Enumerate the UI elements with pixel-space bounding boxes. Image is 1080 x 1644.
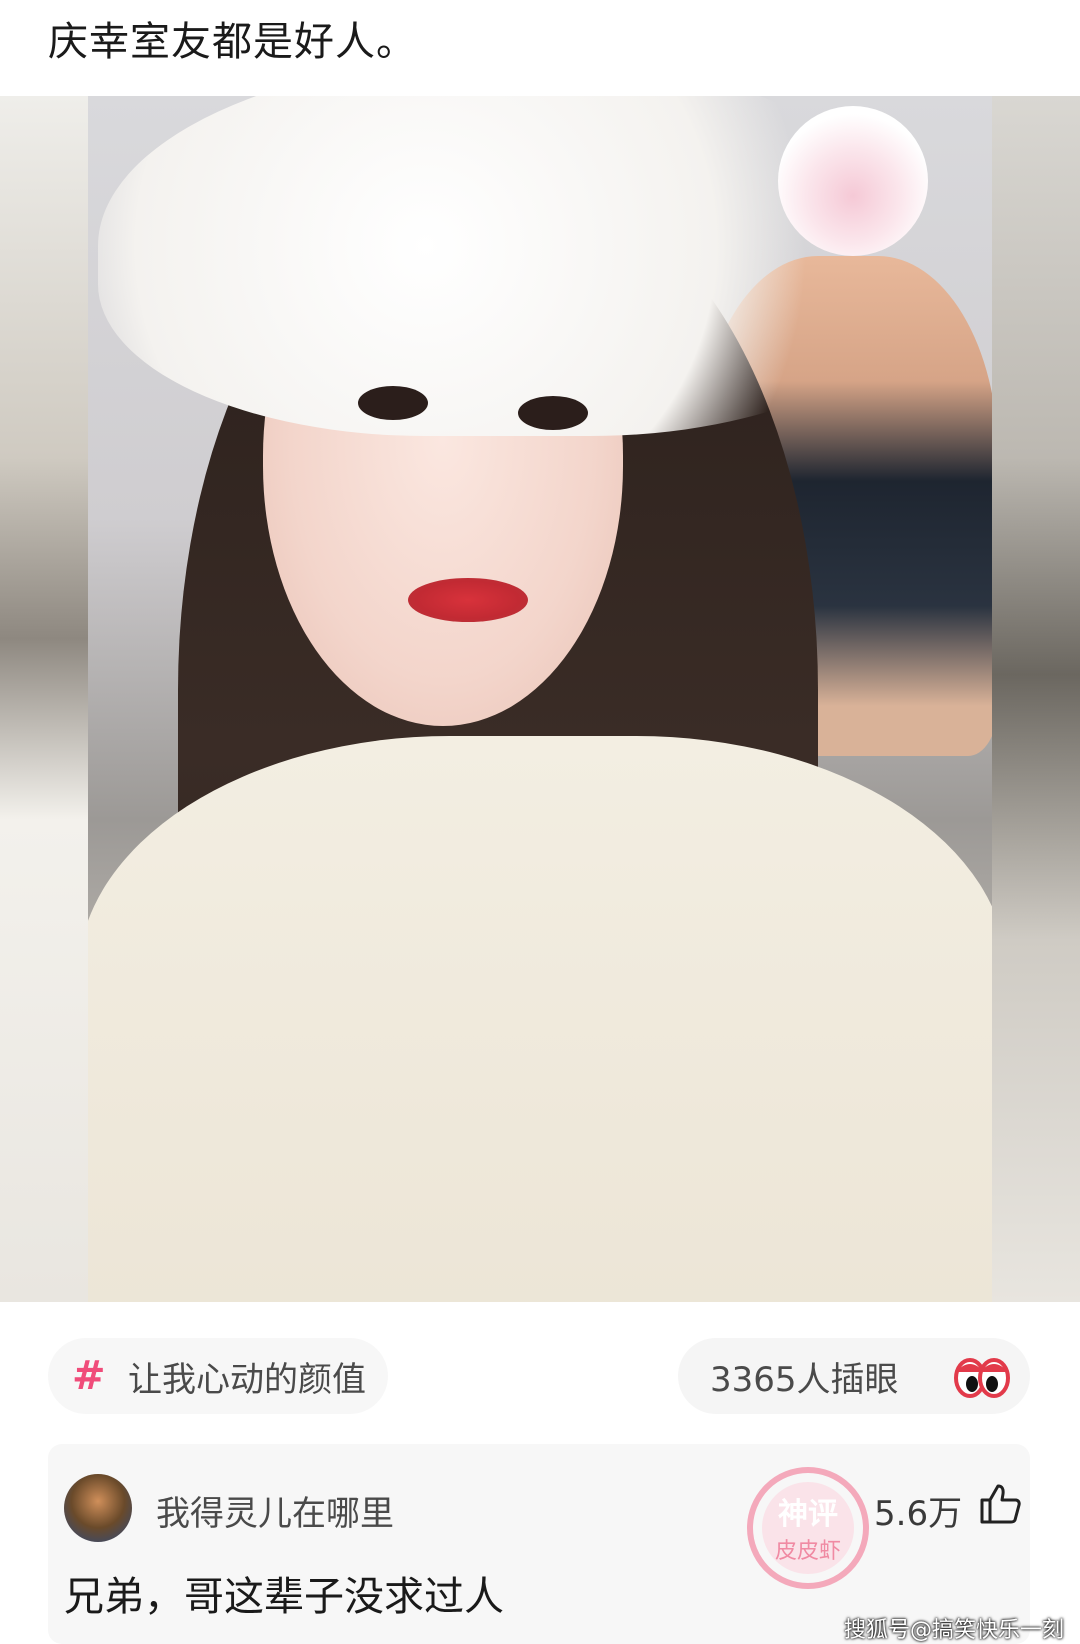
like-count: 5.6万 (874, 1494, 963, 1534)
topic-tag-label: 让我心动的颜值 (128, 1359, 366, 1400)
post-image[interactable] (0, 96, 1080, 1302)
thumbs-up-icon[interactable] (978, 1482, 1022, 1526)
bookmark-count-tag[interactable]: 3365人插眼 (678, 1338, 1030, 1414)
image-blur-left (0, 96, 88, 1302)
god-comment-stamp-icon: 神评 皮皮虾 (747, 1467, 869, 1589)
watermark: 搜狐号@搞笑快乐一刻 (843, 1618, 1064, 1643)
post-title: 庆幸室友都是好人。 (48, 19, 417, 65)
stamp-line1: 神评 (778, 1497, 838, 1532)
topic-tag[interactable]: # 让我心动的颜值 (48, 1338, 388, 1414)
comment-author[interactable]: 我得灵儿在哪里 (156, 1486, 394, 1535)
hat-ear (778, 106, 928, 256)
eyes-icon (954, 1358, 1010, 1398)
comment-text: 兄弟，哥这辈子没求过人 (64, 1574, 504, 1620)
avatar[interactable] (64, 1474, 132, 1542)
eye-left (358, 386, 428, 420)
bookmark-count-label: 3365人插眼 (710, 1359, 899, 1400)
hash-icon: # (72, 1353, 106, 1399)
lips (408, 578, 528, 622)
eye-right (518, 396, 588, 430)
stamp-line2: 皮皮虾 (775, 1539, 841, 1564)
hoodie (88, 736, 992, 1302)
selfie-photo (88, 96, 992, 1302)
image-blur-right (992, 96, 1080, 1302)
